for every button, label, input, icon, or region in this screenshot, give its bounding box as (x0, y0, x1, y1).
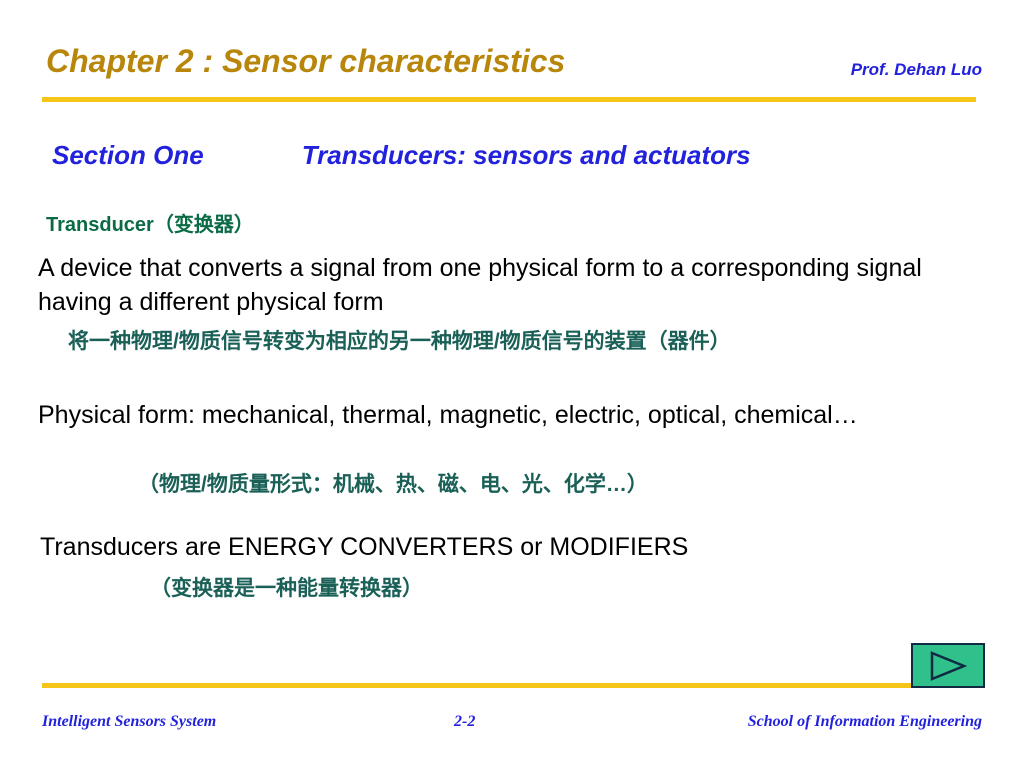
play-triangle-icon (929, 650, 967, 681)
physical-forms-chinese: （物理/物质量形式：机械、热、磁、电、光、化学…） (138, 473, 648, 496)
energy-converters-english: Transducers are ENERGY CONVERTERS or MOD… (40, 533, 689, 561)
term-heading-transducer: Transducer（变换器） (46, 214, 254, 236)
energy-converters-chinese: （变换器是一种能量转换器） (150, 577, 423, 600)
definition-english: A device that converts a signal from one… (38, 254, 922, 316)
footer: Intelligent Sensors System 2-2 School of… (42, 713, 982, 737)
footer-divider (42, 683, 958, 688)
page-title: Chapter 2 : Sensor characteristics (46, 43, 566, 79)
section-topic: Transducers: sensors and actuators (301, 140, 751, 170)
physical-forms-english: Physical form: mechanical, thermal, magn… (38, 401, 858, 429)
presenter-name: Prof. Dehan Luo (850, 60, 982, 79)
slide-canvas: Chapter 2 : Sensor characteristics Prof.… (0, 0, 1024, 768)
footer-page-number: 2-2 (454, 713, 476, 730)
footer-school-name: School of Information Engineering (747, 713, 982, 730)
footer-course-name: Intelligent Sensors System (42, 713, 217, 730)
section-label: Section One (52, 140, 204, 170)
next-slide-button[interactable] (911, 643, 985, 688)
definition-chinese: 将一种物理/物质信号转变为相应的另一种物理/物质信号的装置（器件） (68, 330, 731, 353)
header-divider (42, 97, 976, 102)
section-heading: Section One Transducers: sensors and actu… (52, 140, 982, 171)
